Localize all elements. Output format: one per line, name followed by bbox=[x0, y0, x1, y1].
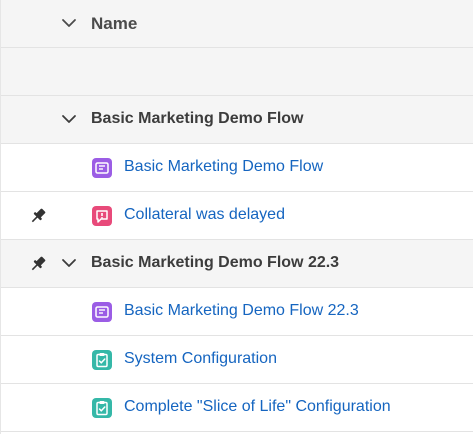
item-link[interactable]: Collateral was delayed bbox=[124, 206, 285, 224]
pin-icon[interactable] bbox=[28, 254, 48, 274]
list-item: System Configuration bbox=[1, 336, 473, 384]
group-row[interactable]: Basic Marketing Demo Flow 22.3 bbox=[1, 240, 473, 288]
chevron-down-icon[interactable] bbox=[61, 15, 77, 31]
group-label: Basic Marketing Demo Flow 22.3 bbox=[91, 254, 340, 271]
issue-icon bbox=[92, 206, 112, 226]
pin-icon[interactable] bbox=[28, 206, 48, 226]
group-label: Basic Marketing Demo Flow bbox=[91, 110, 304, 127]
item-link[interactable]: Complete "Slice of Life" Configuration bbox=[124, 398, 391, 416]
list-item: Basic Marketing Demo Flow bbox=[1, 144, 473, 192]
blank-row bbox=[1, 48, 473, 96]
list-item: Collateral was delayed bbox=[1, 192, 473, 240]
flow-icon bbox=[92, 158, 112, 178]
column-header-row: Name bbox=[1, 0, 473, 48]
flow-icon bbox=[92, 302, 112, 322]
list-item: Basic Marketing Demo Flow 22.3 bbox=[1, 288, 473, 336]
group-row[interactable]: Basic Marketing Demo Flow bbox=[1, 96, 473, 144]
name-grid: Name Basic Marketing Demo Flow Basic Mar… bbox=[0, 0, 473, 434]
column-header-name[interactable]: Name bbox=[91, 14, 137, 34]
task-icon bbox=[92, 350, 112, 370]
item-link[interactable]: Basic Marketing Demo Flow bbox=[124, 158, 323, 176]
chevron-down-icon[interactable] bbox=[61, 255, 77, 271]
chevron-down-icon[interactable] bbox=[61, 111, 77, 127]
item-link[interactable]: System Configuration bbox=[124, 350, 277, 368]
task-icon bbox=[92, 398, 112, 418]
list-item: Complete "Slice of Life" Configuration bbox=[1, 384, 473, 432]
item-link[interactable]: Basic Marketing Demo Flow 22.3 bbox=[124, 302, 359, 320]
